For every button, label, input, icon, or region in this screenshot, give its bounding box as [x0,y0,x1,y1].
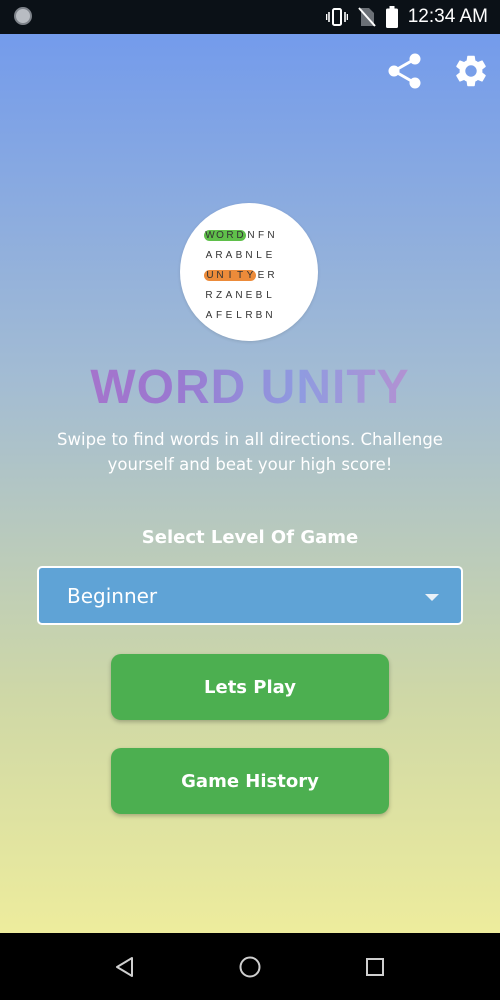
notification-dot-icon [14,7,32,25]
dropdown-arrow-icon [425,594,439,601]
share-icon [388,53,421,89]
logo-grid-row: UNITYER [204,265,304,285]
level-select-value: Beginner [67,584,158,608]
recents-square-icon [366,958,384,976]
status-bar: 12:34 AM [0,0,500,34]
app-subtitle: Swipe to find words in all directions. C… [57,430,443,474]
back-triangle-icon [116,957,133,977]
vibrate-icon [325,8,348,26]
level-label: Select Level Of Game [141,527,359,548]
logo-grid-row: ARABNLE [205,249,273,261]
back-button[interactable] [109,951,141,983]
app-title: WORD UNITY [0,360,500,415]
logo-letter-grid: WO R D N F N A R A B N L E U N I T Y E R R Z A N E B L A F E L R B N [204,225,304,325]
settings-button[interactable] [450,50,492,92]
battery-icon [385,6,398,28]
navigation-bar [0,933,500,1000]
logo-grid-row: WO R D N F N [204,229,275,241]
game-history-button[interactable]: Game History [111,748,389,814]
logo-highlighted-word: WO R D [204,229,246,241]
lets-play-button[interactable]: Lets Play [111,654,389,720]
home-circle-icon [239,956,261,978]
share-button[interactable] [384,50,426,92]
logo-grid-row: AFELRBN [205,309,273,321]
gear-icon [456,55,486,87]
word-unity-logo: WO R D N F N A R A B N L E U N I T Y E R R Z A N E B L A F E L R B N [180,203,318,341]
status-time: 12:34 AM [407,6,488,27]
logo-grid-row: RZANEBL [205,289,272,301]
no-sim-icon [357,7,376,27]
recents-button[interactable] [359,951,391,983]
status-icons: 12:34 AM [316,0,500,34]
logo-highlighted-word: UNITY [204,269,256,281]
level-select[interactable]: Beginner [37,566,463,625]
home-button[interactable] [234,951,266,983]
